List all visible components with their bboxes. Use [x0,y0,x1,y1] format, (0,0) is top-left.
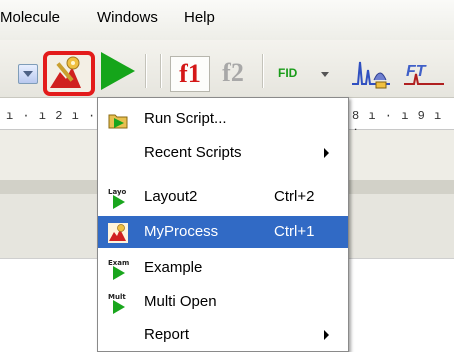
fourier-transform-icon[interactable]: FT [402,54,446,92]
toolbar-separator [145,54,147,88]
process-script-icon [50,56,81,88]
script-menu: Run Script... Recent Scripts Layo Layout… [97,97,349,352]
toolbar-separator [160,54,162,88]
menu-item-shortcut: Ctrl+2 [274,188,315,205]
spectrum-icon[interactable] [350,54,392,92]
menu-item-label: Example [144,259,203,276]
menu-molecule[interactable]: Molecule [0,9,60,26]
menu-item-run-script[interactable]: Run Script... [98,103,348,135]
toolbar-separator [262,54,264,88]
menu-item-label: Multi Open [144,293,217,310]
menubar: Molecule Windows Help [0,0,454,41]
menu-item-recent-scripts[interactable]: Recent Scripts [98,137,348,169]
menu-item-label: Recent Scripts [144,144,242,161]
menu-item-myprocess[interactable]: MyProcess Ctrl+1 [98,216,348,248]
f2-button[interactable]: f2 [214,56,252,90]
submenu-arrow-icon [324,330,329,340]
combo-dropdown-button[interactable] [18,64,38,84]
fid-button[interactable]: FID [278,66,297,80]
run-script-icon [108,114,128,129]
menu-windows[interactable]: Windows [97,9,158,26]
process-script-icon [108,223,128,243]
menu-item-layout2[interactable]: Layo Layout2 Ctrl+2 [98,181,348,213]
chevron-down-icon[interactable] [321,72,329,77]
submenu-arrow-icon [324,148,329,158]
menu-item-report[interactable]: Report [98,319,348,351]
menu-help[interactable]: Help [184,9,215,26]
layout-script-icon: Layo [108,188,128,209]
example-script-icon: Exam [108,259,129,280]
menu-item-shortcut: Ctrl+1 [274,223,315,240]
multi-open-icon: Mult [108,293,128,314]
f1-button[interactable]: f1 [170,56,210,92]
menu-item-multi-open[interactable]: Mult Multi Open [98,286,348,318]
menu-item-label: Report [144,326,190,343]
run-button[interactable] [101,52,135,90]
process-script-button[interactable] [43,51,95,96]
menu-item-label: Run Script... [144,110,227,127]
menu-item-example[interactable]: Exam Example [98,252,348,284]
menu-item-label: MyProcess [144,223,219,240]
menu-item-label: Layout2 [144,188,198,205]
